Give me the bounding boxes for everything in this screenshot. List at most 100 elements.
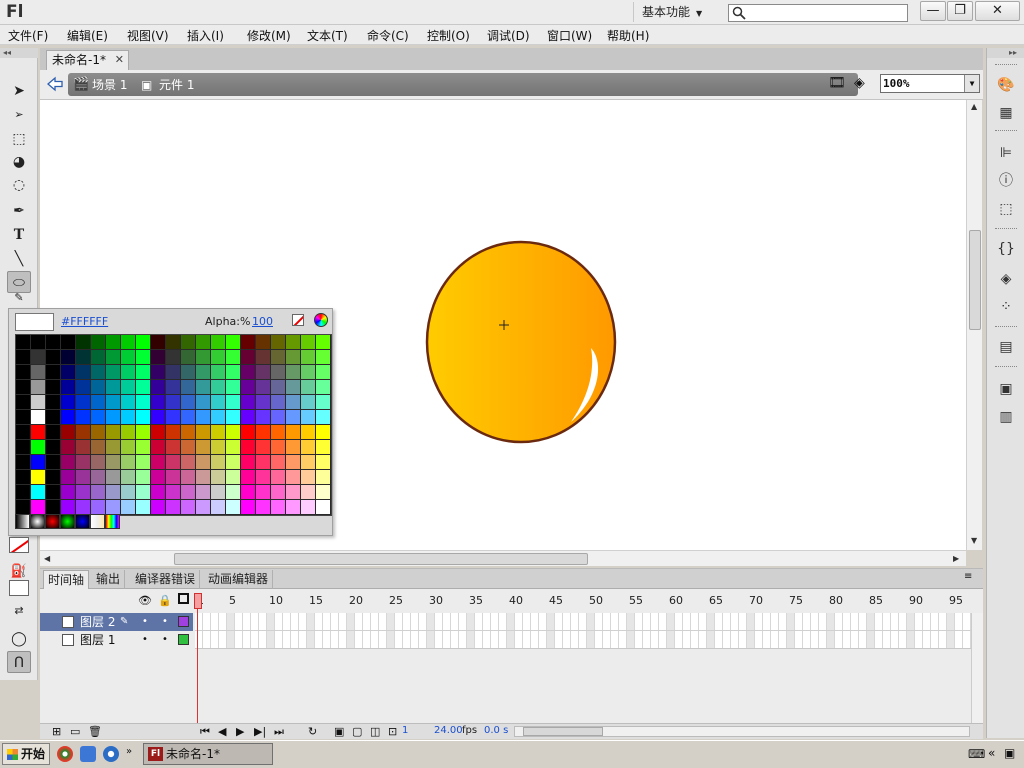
swatch-cell[interactable]	[271, 410, 286, 425]
swatch-cell[interactable]	[136, 365, 151, 380]
swatch-cell[interactable]	[241, 455, 256, 470]
swatches-panel-icon[interactable]: ▦	[996, 104, 1016, 122]
swatch-cell[interactable]	[226, 500, 241, 515]
swatch-cell[interactable]	[301, 425, 316, 440]
swatch-cell[interactable]	[31, 500, 46, 515]
code-snippets-icon[interactable]: {}	[996, 240, 1016, 258]
swatch-cell[interactable]	[166, 350, 181, 365]
swatch-cell[interactable]	[316, 425, 331, 440]
swatch-cell[interactable]	[301, 455, 316, 470]
swatch-cell[interactable]	[121, 380, 136, 395]
text-tool-icon[interactable]: T	[7, 224, 31, 246]
swatch-cell[interactable]	[181, 440, 196, 455]
swatch-cell[interactable]	[121, 335, 136, 350]
swatch-grid[interactable]	[15, 334, 332, 516]
swatch-cell[interactable]	[316, 350, 331, 365]
swatch-cell[interactable]	[226, 425, 241, 440]
menu-command[interactable]: 命令(C)	[367, 27, 409, 44]
swatch-cell[interactable]	[46, 365, 61, 380]
swatch-cell[interactable]	[211, 500, 226, 515]
swatch-cell[interactable]	[241, 350, 256, 365]
visibility-dot[interactable]: •	[142, 631, 148, 649]
timeline-scrollbar[interactable]	[971, 613, 983, 723]
swatch-cell[interactable]	[46, 350, 61, 365]
system-icon[interactable]	[103, 746, 119, 762]
swatch-cell[interactable]	[211, 440, 226, 455]
swatch-cell[interactable]	[196, 500, 211, 515]
swatch-cell[interactable]	[316, 410, 331, 425]
swatch-cell[interactable]	[241, 395, 256, 410]
transform-panel-icon[interactable]: ⬚	[996, 200, 1016, 218]
scroll-down-icon[interactable]: ▼	[971, 536, 977, 545]
swatch-cell[interactable]	[46, 410, 61, 425]
properties-panel-icon[interactable]: ▣	[996, 380, 1016, 398]
swatch-cell[interactable]	[31, 485, 46, 500]
swatch-cell[interactable]	[226, 395, 241, 410]
swatch-cell[interactable]	[316, 485, 331, 500]
swatch-cell[interactable]	[76, 395, 91, 410]
layer-name[interactable]: 图层 1	[80, 631, 115, 649]
swatch-cell[interactable]	[76, 440, 91, 455]
swatch-cell[interactable]	[316, 365, 331, 380]
gradient-swatch[interactable]	[30, 514, 45, 529]
swatch-cell[interactable]	[271, 455, 286, 470]
swatch-cell[interactable]	[286, 470, 301, 485]
new-folder-icon[interactable]: ▭	[70, 725, 80, 738]
swatch-cell[interactable]	[286, 335, 301, 350]
swatch-cell[interactable]	[181, 470, 196, 485]
last-frame-icon[interactable]: ⏭	[274, 725, 284, 739]
swatch-cell[interactable]	[151, 335, 166, 350]
swatch-cell[interactable]	[151, 365, 166, 380]
swatch-cell[interactable]	[181, 410, 196, 425]
browser-icon[interactable]	[80, 746, 96, 762]
swatch-cell[interactable]	[91, 500, 106, 515]
swap-colors-icon[interactable]: ⇄	[7, 600, 31, 622]
menu-window[interactable]: 窗口(W)	[547, 27, 592, 44]
menu-help[interactable]: 帮助(H)	[607, 27, 649, 44]
components-icon[interactable]: ◈	[996, 270, 1016, 288]
swatch-cell[interactable]	[301, 470, 316, 485]
gradient-swatch[interactable]	[75, 514, 90, 529]
scroll-thumb[interactable]	[523, 727, 603, 736]
menu-insert[interactable]: 插入(I)	[187, 27, 224, 44]
swatch-cell[interactable]	[226, 470, 241, 485]
pen-tool-icon[interactable]: ✒	[7, 200, 31, 222]
swatch-cell[interactable]	[151, 470, 166, 485]
elapsed-time[interactable]: 0.0 s	[484, 725, 508, 736]
swatch-cell[interactable]	[61, 455, 76, 470]
swatch-cell[interactable]	[31, 395, 46, 410]
swatch-cell[interactable]	[241, 485, 256, 500]
color-panel-icon[interactable]: 🎨	[996, 76, 1016, 94]
swatch-cell[interactable]	[136, 410, 151, 425]
workspace-switcher[interactable]: 基本功能 ▼	[633, 2, 715, 22]
swatch-cell[interactable]	[76, 425, 91, 440]
visibility-dot[interactable]: •	[142, 613, 148, 631]
edit-multiple-icon[interactable]: ◫	[370, 725, 380, 738]
swatch-cell[interactable]	[166, 335, 181, 350]
swatch-cell[interactable]	[76, 335, 91, 350]
panel-grip[interactable]: ◂◂	[0, 48, 38, 58]
swatch-cell[interactable]	[31, 425, 46, 440]
timeline-h-scrollbar[interactable]	[514, 726, 970, 737]
swatch-cell[interactable]	[166, 485, 181, 500]
swatch-cell[interactable]	[106, 500, 121, 515]
layer-row[interactable]: 图层 1 • •	[40, 631, 193, 649]
tray-expand-icon[interactable]: «	[988, 746, 995, 760]
swatch-cell[interactable]	[166, 440, 181, 455]
layer-color-box[interactable]	[178, 634, 189, 645]
free-transform-tool-icon[interactable]: ⬚	[7, 128, 31, 150]
swatch-cell[interactable]	[286, 425, 301, 440]
swatch-cell[interactable]	[166, 380, 181, 395]
swatch-cell[interactable]	[46, 470, 61, 485]
swatch-cell[interactable]	[16, 365, 31, 380]
media-player-icon[interactable]	[57, 746, 73, 762]
scroll-right-icon[interactable]: ▶	[953, 554, 959, 563]
swatch-cell[interactable]	[136, 395, 151, 410]
swatch-cell[interactable]	[151, 485, 166, 500]
orange-ball-shape[interactable]	[425, 240, 617, 444]
swatch-cell[interactable]	[301, 380, 316, 395]
tab-output[interactable]: 输出	[92, 570, 126, 589]
swatch-cell[interactable]	[241, 425, 256, 440]
swatch-cell[interactable]	[46, 440, 61, 455]
swatch-cell[interactable]	[211, 395, 226, 410]
